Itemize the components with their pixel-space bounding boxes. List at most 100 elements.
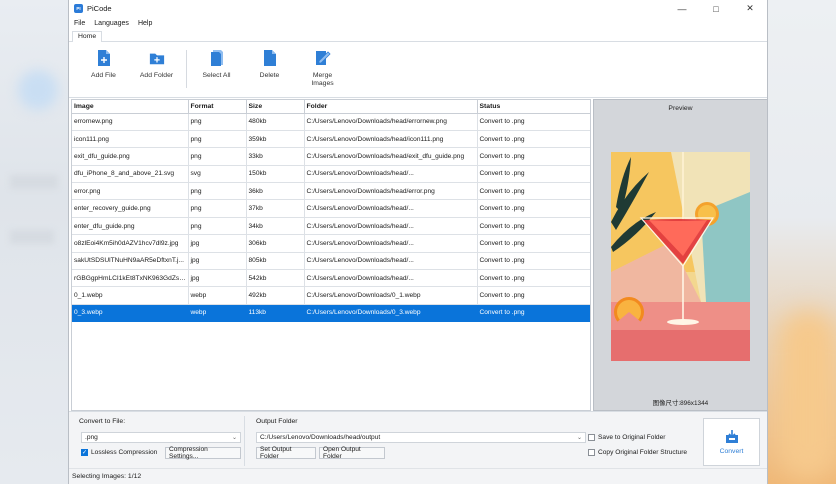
desktop-background-left [0, 0, 68, 484]
table-row[interactable]: o8zlEoi4Km5ih0dAZV1hcv7dl9z.jpg jpg 306kb C… [72, 234, 590, 253]
table-row[interactable]: dfu_iPhone_8_and_above_21.svg svg 150kb C:/… [72, 165, 590, 184]
cell-folder: C:/Users/Lenovo/Downloads/head/exit_dfu_… [304, 147, 478, 166]
minimize-icon[interactable]: — [665, 0, 699, 17]
cell-status: Convert to .png [477, 165, 590, 184]
merge-images-button[interactable]: Merge Images [296, 42, 349, 94]
cell-image: 0_1.webp [72, 286, 189, 305]
convert-icon [725, 430, 738, 443]
cell-status: Convert to .png [477, 113, 590, 131]
checkbox-unchecked-icon [588, 434, 595, 441]
cell-size: 359kb [246, 130, 305, 149]
delete-label: Delete [259, 72, 280, 79]
save-to-original-folder-checkbox[interactable]: Save to Original Folder [588, 434, 665, 441]
desktop-background-right [768, 0, 836, 484]
cell-folder: C:/Users/Lenovo/Downloads/head/... [304, 165, 478, 184]
close-icon[interactable]: ✕ [733, 0, 767, 17]
tab-home[interactable]: Home [72, 31, 103, 42]
cell-folder: C:/Users/Lenovo/Downloads/head/... [304, 234, 478, 253]
column-header-image[interactable]: Image [72, 100, 189, 114]
table-row[interactable]: icon111.png png 359kb C:/Users/Lenovo/Downl… [72, 130, 590, 149]
table-row[interactable]: 0_3.webp webp 113kb C:/Users/Lenovo/Downloa… [72, 304, 590, 323]
convert-label: Convert [719, 448, 744, 455]
cell-status: Convert to .png [477, 269, 590, 288]
cell-format: jpg [188, 269, 247, 288]
select-all-button[interactable]: Select All [190, 42, 243, 94]
cell-folder: C:/Users/Lenovo/Downloads/head/errornew.… [304, 113, 478, 131]
cell-status: Convert to .png [477, 217, 590, 236]
copy-folder-structure-label: Copy Original Folder Structure [598, 449, 688, 456]
cell-status: Convert to .png [477, 304, 590, 323]
cell-status: Convert to .png [477, 182, 590, 201]
cell-image: sakUtSDSUlTNuHN9aAR5eDftxnT.j... [72, 252, 189, 271]
table-row[interactable]: enter_recovery_guide.png png 37kb C:/Users/… [72, 199, 590, 218]
empty-row [72, 321, 590, 340]
open-output-folder-button[interactable]: Open Output Folder [319, 446, 385, 460]
cell-folder: C:/Users/Lenovo/Downloads/0_1.webp [304, 286, 478, 305]
output-folder-group: Output Folder C:/Users/Lenovo/Downloads/… [250, 416, 588, 466]
menu-languages[interactable]: Languages [94, 20, 129, 27]
column-header-status[interactable]: Status [477, 100, 590, 114]
menu-file[interactable]: File [74, 20, 85, 27]
maximize-icon[interactable]: □ [699, 0, 733, 17]
save-to-original-folder-label: Save to Original Folder [598, 434, 666, 441]
cell-format: png [188, 182, 247, 201]
cell-image: dfu_iPhone_8_and_above_21.svg [72, 165, 189, 184]
table-row[interactable]: 0_1.webp webp 492kb C:/Users/Lenovo/Downloa… [72, 286, 590, 305]
app-window: PI PiCode — □ ✕ File Languages Help Home… [68, 0, 768, 484]
add-file-icon [96, 48, 112, 68]
column-header-format[interactable]: Format [188, 100, 247, 114]
preview-dimensions: 图像尺寸:896x1344 [652, 400, 709, 407]
cell-format: jpg [188, 234, 247, 253]
preview-panel: Preview 图像尺寸:896x1344 [593, 99, 768, 411]
menu-help[interactable]: Help [138, 20, 152, 27]
add-file-label: Add File [91, 72, 116, 79]
cell-format: png [188, 113, 247, 131]
format-select[interactable]: .png ⌄ [81, 432, 241, 443]
output-folder-select[interactable]: C:/Users/Lenovo/Downloads/head/output ⌄ [256, 432, 586, 443]
cell-size: 113kb [246, 304, 305, 323]
cell-format: jpg [188, 252, 247, 271]
add-folder-icon [149, 48, 165, 68]
checkbox-unchecked-icon [588, 449, 595, 456]
select-all-icon [209, 48, 225, 68]
cell-format: webp [188, 304, 247, 323]
add-folder-button[interactable]: Add Folder [130, 42, 183, 94]
cell-image: o8zlEoi4Km5ih0dAZV1hcv7dl9z.jpg [72, 234, 189, 253]
cell-folder: C:/Users/Lenovo/Downloads/head/... [304, 252, 478, 271]
convert-button[interactable]: Convert [703, 418, 760, 466]
cell-size: 306kb [246, 234, 305, 253]
cell-size: 36kb [246, 182, 305, 201]
table-row[interactable]: sakUtSDSUlTNuHN9aAR5eDftxnT.j... jpg 805kb… [72, 252, 590, 271]
convert-format-group: Convert to File: .png ⌄ ✓ Lossless Compr… [73, 416, 245, 466]
table-row[interactable]: rGBGgpHmLCI1kEt8TxNK963GdZs.j... jpg 542kb… [72, 269, 590, 288]
merge-images-icon [315, 48, 331, 68]
delete-button[interactable]: Delete [243, 42, 296, 94]
cell-size: 33kb [246, 147, 305, 166]
cell-format: webp [188, 286, 247, 305]
cell-image: errornew.png [72, 113, 189, 131]
table-row[interactable]: enter_dfu_guide.png png 34kb C:/Users/Lenov… [72, 217, 590, 236]
table-row[interactable]: exit_dfu_guide.png png 33kb C:/Users/Lenovo… [72, 147, 590, 166]
copy-folder-structure-checkbox[interactable]: Copy Original Folder Structure [588, 449, 687, 456]
cell-folder: C:/Users/Lenovo/Downloads/head/error.png [304, 182, 478, 201]
ribbon-tabs: Home [69, 30, 767, 42]
lossless-compression-checkbox[interactable]: ✓ Lossless Compression [81, 449, 157, 456]
cell-image: 0_3.webp [72, 304, 189, 323]
cell-format: png [188, 147, 247, 166]
column-header-folder[interactable]: Folder [304, 100, 478, 114]
image-list-table[interactable]: Image Format Size Folder Status errornew… [71, 99, 591, 411]
column-header-size[interactable]: Size [246, 100, 305, 114]
table-row[interactable]: errornew.png png 480kb C:/Users/Lenovo/Down… [72, 113, 590, 131]
cell-size: 805kb [246, 252, 305, 271]
cell-folder: C:/Users/Lenovo/Downloads/head/icon111.p… [304, 130, 478, 149]
table-row[interactable]: error.png png 36kb C:/Users/Lenovo/Download… [72, 182, 590, 201]
set-output-folder-button[interactable]: Set Output Folder [256, 446, 316, 460]
cell-status: Convert to .png [477, 234, 590, 253]
main-content: Image Format Size Folder Status errornew… [69, 99, 768, 411]
cell-format: png [188, 199, 247, 218]
select-all-label: Select All [202, 72, 231, 79]
chevron-down-icon: ⌄ [576, 435, 582, 441]
compression-settings-button[interactable]: Compression Settings... [165, 446, 241, 460]
add-file-button[interactable]: Add File [77, 42, 130, 94]
format-value: .png [85, 434, 98, 441]
